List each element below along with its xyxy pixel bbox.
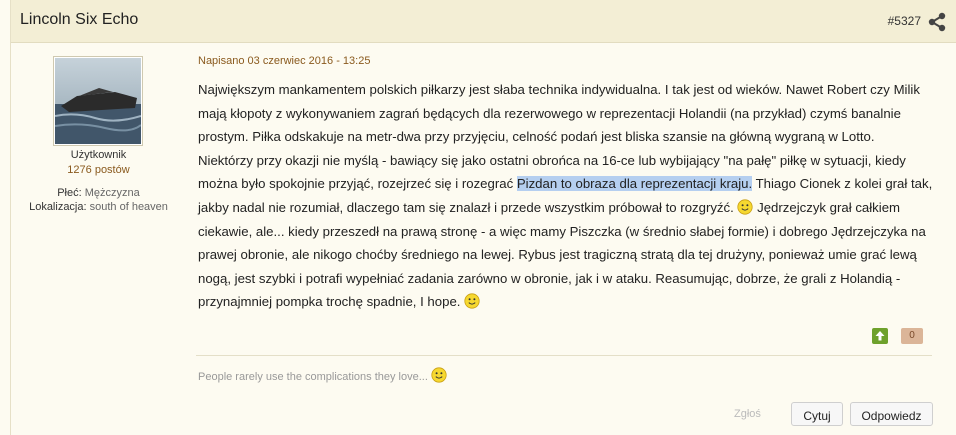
- report-link[interactable]: Zgłoś: [734, 408, 761, 420]
- gender-label: Płeć:: [57, 187, 82, 199]
- arrow-up-icon: [875, 331, 885, 341]
- signature-divider: [196, 355, 932, 356]
- vote-up-button[interactable]: [872, 328, 888, 344]
- avatar[interactable]: [53, 56, 143, 146]
- location-row: Lokalizacja: south of heaven: [11, 201, 186, 213]
- selected-text: Pizdan to obraza dla reprezentacji kraju…: [516, 176, 753, 192]
- post-body: Największym mankamentem polskich piłkarz…: [198, 78, 933, 314]
- location-value: south of heaven: [89, 201, 168, 213]
- post-header: Lincoln Six Echo #5327: [11, 0, 956, 43]
- share-icon[interactable]: [927, 12, 947, 32]
- post-text-1: Największym mankamentem polskich piłkarz…: [198, 82, 920, 192]
- quote-button[interactable]: Cytuj: [791, 402, 843, 426]
- post-text-3: Jędrzejczyk grał całkiem ciekawie, ale..…: [198, 199, 926, 310]
- author-name[interactable]: Lincoln Six Echo: [20, 11, 138, 29]
- signature-text: People rarely use the complications they…: [198, 371, 428, 383]
- gender-row: Płeć: Mężczyzna: [11, 187, 186, 199]
- location-label: Lokalizacja:: [29, 201, 87, 213]
- gender-value: Mężczyzna: [84, 187, 140, 199]
- signature: People rarely use the complications they…: [198, 367, 447, 383]
- smiley-icon: [464, 293, 480, 309]
- forum-post: Lincoln Six Echo #5327 Użytkownik 1276 p…: [10, 0, 956, 435]
- reputation-count: 0: [901, 328, 923, 344]
- user-role: Użytkownik: [70, 149, 127, 161]
- smiley-icon: [737, 199, 754, 215]
- avatar-image: [54, 58, 142, 144]
- user-post-count: 1276 postów: [67, 164, 130, 176]
- reply-button[interactable]: Odpowiedz: [850, 402, 933, 426]
- post-id-link[interactable]: #5327: [888, 14, 921, 28]
- post-date: Napisano 03 czerwiec 2016 - 13:25: [198, 55, 371, 67]
- smiley-icon: [431, 367, 447, 383]
- user-details: Płeć: Mężczyzna Lokalizacja: south of he…: [11, 187, 186, 215]
